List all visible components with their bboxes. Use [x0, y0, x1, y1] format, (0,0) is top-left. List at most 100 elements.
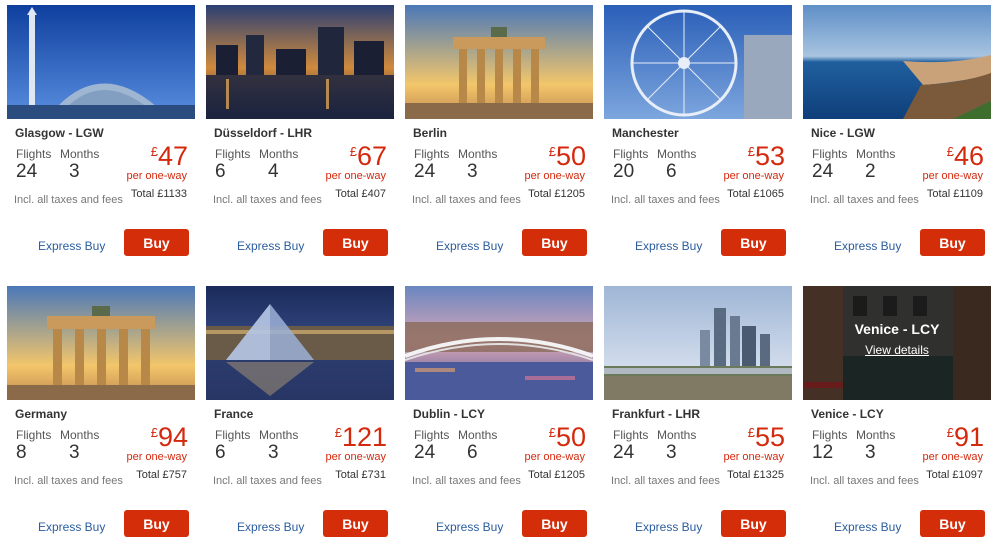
- price-amount: 46: [953, 141, 984, 171]
- deal-card-berlin[interactable]: Berlin Flights Months 24 3 £50 per one-w…: [405, 5, 593, 257]
- flights-label: Flights: [812, 428, 848, 442]
- per-one-way-label: per one-way: [723, 170, 784, 182]
- deal-card-glasgow[interactable]: Glasgow - LGW Flights Months 24 3 £47 pe…: [7, 5, 195, 257]
- halfpenny-bridge-image[interactable]: [405, 286, 593, 400]
- flights-label: Flights: [414, 428, 450, 442]
- total-price: Total £407: [335, 188, 386, 200]
- flights-label: Flights: [414, 147, 450, 161]
- months-count: 3: [666, 442, 677, 463]
- months-count: 2: [865, 161, 876, 182]
- express-buy-link[interactable]: Express Buy: [237, 239, 304, 253]
- destination-name: Frankfurt - LHR: [612, 407, 700, 421]
- brandenburg-gate-image[interactable]: [7, 286, 195, 400]
- flights-label: Flights: [215, 428, 251, 442]
- total-prefix: Total £: [727, 188, 760, 200]
- price-amount: 67: [356, 141, 387, 171]
- currency-symbol: £: [349, 144, 357, 159]
- deal-card-france[interactable]: France Flights Months 6 3 £121 per one-w…: [206, 286, 394, 538]
- total-prefix: Total £: [727, 469, 760, 481]
- express-buy-link[interactable]: Express Buy: [38, 520, 105, 534]
- deal-card-dusseldorf[interactable]: Düsseldorf - LHR Flights Months 6 4 £67 …: [206, 5, 394, 257]
- tax-note: Incl. all taxes and fees: [14, 194, 123, 206]
- price: £50: [549, 424, 586, 451]
- destination-name: Nice - LGW: [811, 126, 876, 140]
- months-label: Months: [60, 147, 100, 161]
- express-buy-link[interactable]: Express Buy: [436, 520, 503, 534]
- express-buy-link[interactable]: Express Buy: [237, 520, 304, 534]
- frankfurt-skyline-image[interactable]: [604, 286, 792, 400]
- buy-button[interactable]: Buy: [920, 510, 985, 537]
- flights-label: Flights: [16, 428, 52, 442]
- buy-button[interactable]: Buy: [920, 229, 985, 256]
- months-label: Months: [657, 428, 697, 442]
- flights-label: Flights: [215, 147, 251, 161]
- months-count: 3: [467, 161, 478, 182]
- buy-button[interactable]: Buy: [721, 229, 786, 256]
- tax-note: Incl. all taxes and fees: [213, 194, 322, 206]
- express-buy-link[interactable]: Express Buy: [834, 239, 901, 253]
- months-count: 6: [467, 442, 478, 463]
- deal-card-nice[interactable]: Nice - LGW Flights Months 24 2 £46 per o…: [803, 5, 991, 257]
- months-count: 3: [268, 442, 279, 463]
- total-prefix: Total £: [528, 469, 561, 481]
- dusseldorf-harbour-image[interactable]: [206, 5, 394, 119]
- deal-card-frankfurt[interactable]: Frankfurt - LHR Flights Months 24 3 £55 …: [604, 286, 792, 538]
- price-amount: 50: [555, 141, 586, 171]
- deal-card-venice[interactable]: Venice - LCY View details Venice - LCY F…: [803, 286, 991, 538]
- flights-label: Flights: [613, 428, 649, 442]
- months-label: Months: [458, 428, 498, 442]
- express-buy-link[interactable]: Express Buy: [635, 520, 702, 534]
- tax-note: Incl. all taxes and fees: [213, 475, 322, 487]
- louvre-pyramid-image[interactable]: [206, 286, 394, 400]
- currency-symbol: £: [946, 425, 954, 440]
- buy-button[interactable]: Buy: [323, 229, 388, 256]
- currency-symbol: £: [548, 144, 556, 159]
- total-amount: 1133: [163, 188, 187, 200]
- express-buy-link[interactable]: Express Buy: [834, 520, 901, 534]
- view-details-link[interactable]: View details: [803, 343, 991, 357]
- buy-button[interactable]: Buy: [124, 510, 189, 537]
- flights-count: 24: [16, 161, 38, 182]
- price-amount: 50: [555, 422, 586, 452]
- buy-button[interactable]: Buy: [522, 510, 587, 537]
- total-amount: 1325: [759, 469, 784, 481]
- buy-button[interactable]: Buy: [522, 229, 587, 256]
- destination-name: Manchester: [612, 126, 679, 140]
- nice-coast-image[interactable]: [803, 5, 991, 119]
- brandenburg-gate-image[interactable]: [405, 5, 593, 119]
- express-buy-link[interactable]: Express Buy: [436, 239, 503, 253]
- price: £67: [350, 143, 387, 170]
- flights-count: 20: [613, 161, 635, 182]
- total-prefix: Total £: [926, 469, 959, 481]
- venice-canal-image[interactable]: Venice - LCY View details: [803, 286, 991, 400]
- express-buy-link[interactable]: Express Buy: [635, 239, 702, 253]
- total-price: Total £1133: [131, 188, 187, 200]
- flights-count: 24: [414, 161, 436, 182]
- glasgow-tower-image[interactable]: [7, 5, 195, 119]
- per-one-way-label: per one-way: [524, 451, 585, 463]
- flights-count: 24: [414, 442, 436, 463]
- deal-card-manchester[interactable]: Manchester Flights Months 20 6 £53 per o…: [604, 5, 792, 257]
- express-buy-link[interactable]: Express Buy: [38, 239, 105, 253]
- currency-symbol: £: [747, 144, 755, 159]
- months-count: 6: [666, 161, 677, 182]
- flights-count: 6: [215, 161, 226, 182]
- flights-count: 12: [812, 442, 834, 463]
- total-amount: 1205: [560, 469, 585, 481]
- total-amount: 407: [367, 188, 386, 200]
- buy-button[interactable]: Buy: [124, 229, 189, 256]
- deal-card-germany[interactable]: Germany Flights Months 8 3 £94 per one-w…: [7, 286, 195, 538]
- deal-card-dublin[interactable]: Dublin - LCY Flights Months 24 6 £50 per…: [405, 286, 593, 538]
- months-count: 3: [69, 161, 80, 182]
- total-prefix: Total £: [335, 188, 368, 200]
- buy-button[interactable]: Buy: [721, 510, 786, 537]
- destination-name: Dublin - LCY: [413, 407, 485, 421]
- total-amount: 731: [367, 469, 386, 481]
- price-amount: 55: [754, 422, 785, 452]
- destination-name: Düsseldorf - LHR: [214, 126, 313, 140]
- currency-symbol: £: [747, 425, 755, 440]
- tax-note: Incl. all taxes and fees: [412, 475, 521, 487]
- manchester-wheel-image[interactable]: [604, 5, 792, 119]
- buy-button[interactable]: Buy: [323, 510, 388, 537]
- per-one-way-label: per one-way: [325, 170, 386, 182]
